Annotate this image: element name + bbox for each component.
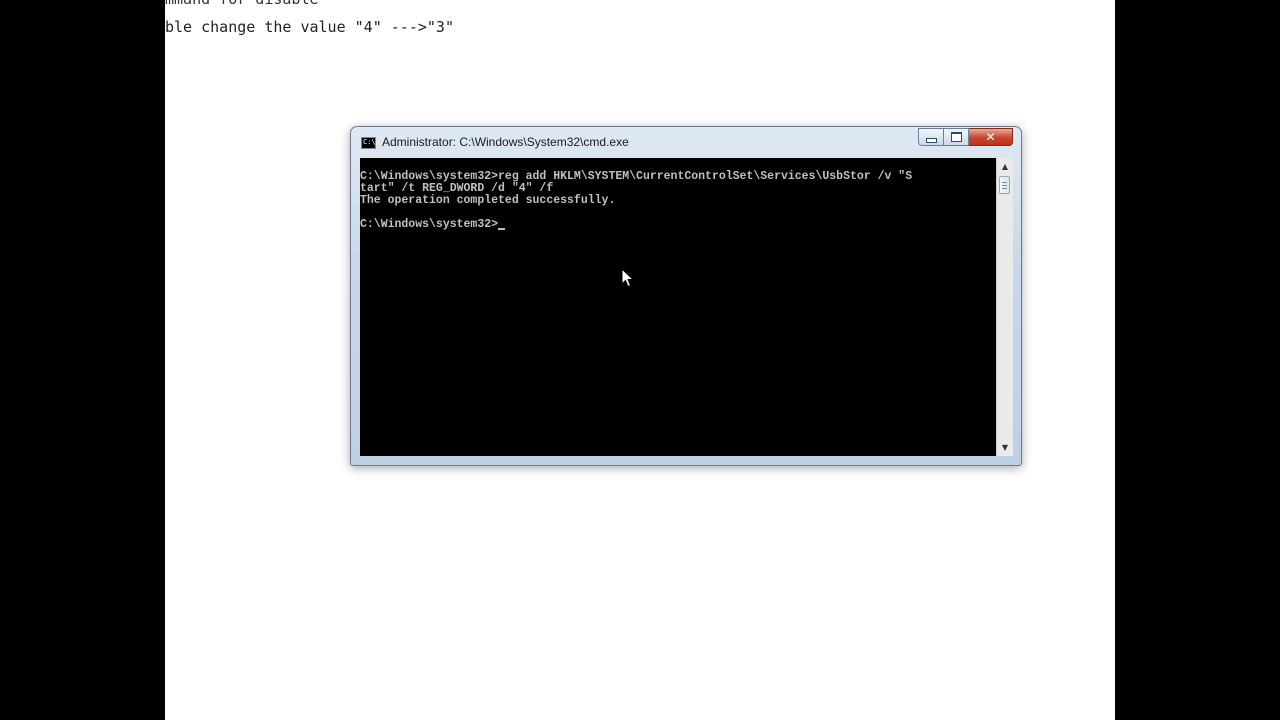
maximize-icon: [950, 132, 962, 142]
document-line: ble change the value "4" --->"3": [165, 18, 454, 36]
grip-line: [1002, 188, 1007, 189]
cmd-app-icon-text: C:\: [363, 138, 376, 146]
window-title: Administrator: C:\Windows\System32\cmd.e…: [382, 135, 629, 149]
letterbox-left: [0, 0, 165, 720]
document-line: mmand for disable: [165, 0, 319, 8]
maximize-button[interactable]: [944, 128, 969, 146]
scroll-up-arrow-icon[interactable]: ▲: [997, 158, 1013, 175]
text-cursor: [498, 228, 506, 230]
mouse-pointer-icon: [621, 268, 635, 288]
grip-line: [1002, 185, 1007, 186]
cmd-window[interactable]: C:\ Administrator: C:\Windows\System32\c…: [350, 126, 1022, 466]
vertical-scrollbar[interactable]: ▲ ▼: [996, 158, 1013, 456]
scrollbar-thumb[interactable]: [999, 176, 1010, 194]
close-button[interactable]: ✕: [969, 128, 1013, 146]
window-controls: ✕: [918, 128, 1013, 148]
letterbox-right: [1115, 0, 1280, 720]
minimize-icon: [925, 137, 937, 143]
window-titlebar[interactable]: C:\ Administrator: C:\Windows\System32\c…: [351, 127, 1021, 157]
console-line: The operation completed successfully.: [360, 194, 616, 207]
minimize-button[interactable]: [918, 128, 944, 146]
console-prompt: C:\Windows\system32>: [360, 218, 499, 231]
cmd-app-icon[interactable]: C:\: [361, 137, 376, 149]
console-output[interactable]: C:\Windows\system32>reg add HKLM\SYSTEM\…: [360, 158, 996, 456]
console-prompt-line[interactable]: C:\Windows\system32>: [360, 219, 912, 231]
grip-line: [1002, 182, 1007, 183]
close-icon: ✕: [985, 130, 996, 144]
scroll-down-arrow-icon[interactable]: ▼: [997, 439, 1013, 456]
